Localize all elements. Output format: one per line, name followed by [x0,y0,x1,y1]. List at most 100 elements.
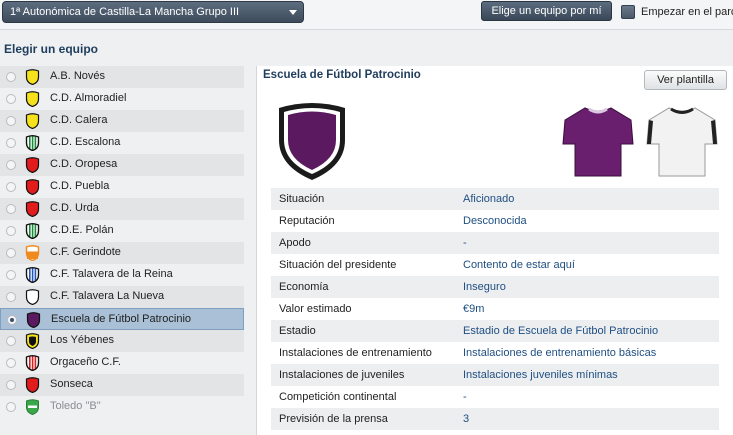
info-label: Instalaciones de entrenamiento [279,347,432,359]
info-label: Valor estimado [279,303,352,315]
team-name: C.D. Almoradiel [50,92,127,104]
team-name: Escuela de Fútbol Patrocinio [51,313,192,325]
team-radio[interactable] [6,358,16,368]
league-dropdown-value: 1ª Autonómica de Castilla-La Mancha Grup… [10,6,240,18]
info-row: Competición continental - [271,386,719,408]
info-row: Situación Aficionado [271,188,719,210]
team-radio[interactable] [6,226,16,236]
info-value[interactable]: - [463,237,467,249]
team-crest-icon [26,312,41,328]
start-unemployed-label: Empezar en el parc [641,6,733,18]
team-list-item[interactable]: C.F. Talavera La Nueva [0,286,244,308]
team-radio[interactable] [6,204,16,214]
info-row: Estadio Estadio de Escuela de Fútbol Patr… [271,320,719,342]
info-label: Economía [279,281,329,293]
team-list-item[interactable]: C.D. Almoradiel [0,88,244,110]
team-radio[interactable] [6,72,16,82]
team-crest-icon [25,333,40,349]
info-value[interactable]: Inseguro [463,281,506,293]
team-radio[interactable] [6,402,16,412]
team-list-item[interactable]: Sonseca [0,374,244,396]
info-row: Reputación Desconocida [271,210,719,232]
team-crest-icon [25,201,40,217]
chevron-down-icon [289,10,297,15]
team-list-item[interactable]: C.D.E. Polán [0,220,244,242]
team-name: Sonseca [50,378,93,390]
team-list-item[interactable]: C.F. Gerindote [0,242,244,264]
info-row: Valor estimado €9m [271,298,719,320]
team-name: C.D. Puebla [50,180,110,192]
team-name: C.D. Oropesa [50,158,118,170]
team-radio[interactable] [6,138,16,148]
team-list-item[interactable]: Los Yébenes [0,330,244,352]
team-name: A.B. Novés [50,70,106,82]
team-radio[interactable] [6,160,16,170]
info-value[interactable]: Desconocida [463,215,527,227]
team-radio[interactable] [6,270,16,280]
team-radio[interactable] [7,315,17,325]
team-list-item[interactable]: Toledo "B" [0,396,244,418]
choose-team-heading: Elegir un equipo [4,42,99,56]
info-value[interactable]: 3 [463,413,469,425]
team-radio[interactable] [6,292,16,302]
team-name: C.F. Talavera La Nueva [50,290,165,302]
team-list-item[interactable]: C.D. Oropesa [0,154,244,176]
team-list: A.B. Novés C.D. Almoradiel C.D. Calera C.D.… [0,66,244,418]
info-value[interactable]: Instalaciones juveniles mínimas [463,369,618,381]
home-kit-shirt-icon [562,107,634,177]
team-list-item[interactable]: C.D. Calera [0,110,244,132]
club-info-table: Situación Aficionado Reputación Desconocida… [271,188,719,430]
team-name: C.D. Urda [50,202,99,214]
team-crest-icon [25,289,40,305]
team-name: C.F. Gerindote [50,246,121,258]
team-name: C.D.E. Polán [50,224,114,236]
team-radio[interactable] [6,94,16,104]
team-radio[interactable] [6,336,16,346]
team-list-item[interactable]: C.D. Urda [0,198,244,220]
info-row: Apodo - [271,232,719,254]
info-value[interactable]: Instalaciones de entrenamiento básicas [463,347,656,359]
team-name: Los Yébenes [50,334,115,346]
team-crest-icon [25,69,40,85]
start-unemployed-checkbox[interactable] [621,5,635,19]
info-label: Reputación [279,215,335,227]
choose-team-for-me-button[interactable]: Elige un equipo por mí [481,1,612,21]
info-row: Previsión de la prensa 3 [271,408,719,430]
info-row: Situación del presidente Contento de esta… [271,254,719,276]
team-list-item[interactable]: Escuela de Fútbol Patrocinio [0,308,244,330]
view-squad-button[interactable]: Ver plantilla [644,70,727,90]
team-list-item[interactable]: A.B. Novés [0,66,244,88]
team-crest-icon [25,223,40,239]
team-list-item[interactable]: C.D. Escalona [0,132,244,154]
team-name: C.D. Escalona [50,136,121,148]
info-label: Situación del presidente [279,259,397,271]
info-value[interactable]: Aficionado [463,193,514,205]
team-radio[interactable] [6,248,16,258]
team-crest-icon [25,157,40,173]
info-label: Apodo [279,237,311,249]
team-crest-icon [25,91,40,107]
team-radio[interactable] [6,380,16,390]
team-list-item[interactable]: C.F. Talavera de la Reina [0,264,244,286]
info-row: Instalaciones de juveniles Instalaciones … [271,364,719,386]
team-name: Toledo "B" [50,400,101,412]
info-row: Economía Inseguro [271,276,719,298]
team-radio[interactable] [6,182,16,192]
team-crest-icon [25,267,40,283]
info-value[interactable]: - [463,391,467,403]
league-dropdown[interactable]: 1ª Autonómica de Castilla-La Mancha Grup… [2,1,304,23]
team-crest-icon [25,179,40,195]
team-name: C.D. Calera [50,114,108,126]
team-name: C.F. Talavera de la Reina [50,268,173,280]
team-crest-icon [25,245,40,261]
info-value[interactable]: Contento de estar aquí [463,259,575,271]
team-crest-icon [26,399,39,415]
info-value[interactable]: Estadio de Escuela de Fútbol Patrocinio [463,325,658,337]
away-kit-shirt-icon [646,107,718,177]
club-crest-icon [279,103,345,180]
info-label: Situación [279,193,325,205]
team-list-item[interactable]: Orgaceño C.F. [0,352,244,374]
team-list-item[interactable]: C.D. Puebla [0,176,244,198]
team-radio[interactable] [6,116,16,126]
info-value[interactable]: €9m [463,303,484,315]
